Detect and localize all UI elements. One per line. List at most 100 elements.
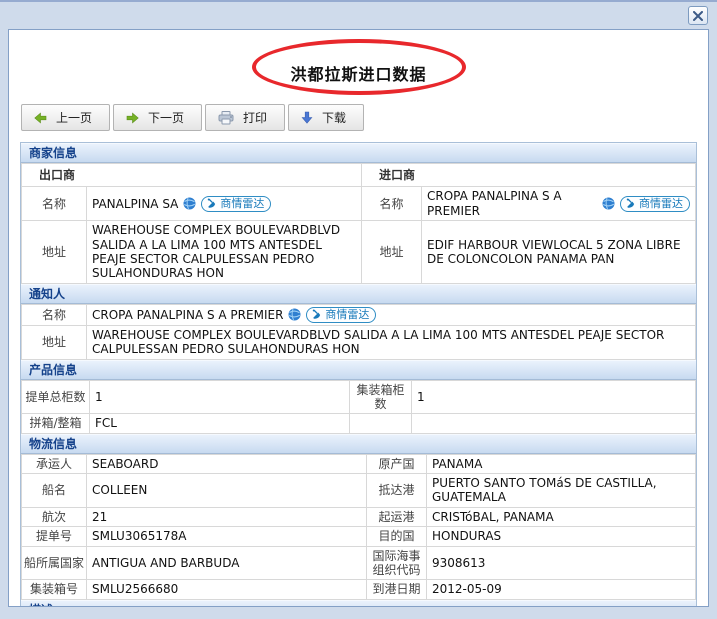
close-button[interactable] (688, 6, 708, 25)
field-value: 21 (87, 507, 367, 526)
notify-table: 名称 CROPA PANALPINA S A PREMIER (21, 304, 696, 360)
field-label: 提单号 (22, 527, 87, 546)
field-value: 2012-05-09 (427, 580, 696, 599)
notify-name: CROPA PANALPINA S A PREMIER (92, 308, 283, 322)
table-row: 提单号 SMLU3065178A 目的国 HONDURAS (22, 527, 696, 546)
table-row: 出口商 进口商 (22, 164, 696, 187)
field-value: FCL (90, 414, 350, 433)
section-header-product: 产品信息 (21, 360, 696, 380)
field-label: 航次 (22, 507, 87, 526)
merchant-table: 出口商 进口商 名称 PANALPINA SA (21, 163, 696, 284)
globe-icon[interactable] (183, 197, 196, 210)
field-label: 到港日期 (367, 580, 427, 599)
arrow-down-icon (301, 111, 313, 124)
table-row: 地址 WAREHOUSE COMPLEX BOULEVARDBLVD SALID… (22, 221, 696, 284)
arrow-right-icon (126, 112, 139, 124)
badge-label: 商情雷达 (220, 197, 264, 210)
field-value: 1 (90, 380, 350, 414)
field-label: 名称 (22, 187, 87, 221)
field-value: CRISTóBAL, PANAMA (427, 507, 696, 526)
page-title: 洪都拉斯进口数据 (9, 61, 708, 85)
field-value: COLLEEN (87, 474, 367, 508)
table-row: 承运人 SEABOARD 原产国 PANAMA (22, 454, 696, 473)
field-label: 目的国 (367, 527, 427, 546)
field-value: SMLU3065178A (87, 527, 367, 546)
radar-icon (311, 309, 322, 320)
title-area: 洪都拉斯进口数据 (9, 30, 708, 102)
product-table: 提单总柜数 1 集装箱柜数 1 拼箱/整箱 FCL (21, 380, 696, 434)
exporter-address: WAREHOUSE COMPLEX BOULEVARDBLVD SALIDA A… (87, 221, 362, 284)
field-label (350, 414, 412, 433)
importer-header: 进口商 (362, 164, 696, 187)
badge-label: 商情雷达 (325, 308, 369, 321)
field-label: 名称 (362, 187, 422, 221)
prev-page-label: 上一页 (56, 109, 92, 126)
field-value: 9308613 (427, 546, 696, 580)
next-page-label: 下一页 (148, 109, 184, 126)
arrow-left-icon (34, 112, 47, 124)
section-header-merchant: 商家信息 (21, 143, 696, 163)
business-radar-badge[interactable]: 商情雷达 (306, 307, 376, 323)
business-radar-badge[interactable]: 商情雷达 (620, 196, 690, 212)
table-row: 提单总柜数 1 集装箱柜数 1 (22, 380, 696, 414)
business-radar-badge[interactable]: 商情雷达 (201, 196, 271, 212)
field-label: 提单总柜数 (22, 380, 90, 414)
window-titlebar (0, 2, 717, 29)
print-label: 打印 (243, 109, 267, 126)
importer-address: EDIF HARBOUR VIEWLOCAL 5 ZONA LIBRE DE C… (422, 221, 696, 284)
exporter-name: PANALPINA SA (92, 197, 178, 211)
field-label: 船所属国家 (22, 546, 87, 580)
field-value: ANTIGUA AND BARBUDA (87, 546, 367, 580)
section-header-description: 描述 (21, 600, 696, 607)
dialog-content-panel: 洪都拉斯进口数据 上一页 下一页 (8, 29, 709, 607)
table-row: 船所属国家 ANTIGUA AND BARBUDA 国际海事组织代码 93086… (22, 546, 696, 580)
table-row: 船名 COLLEEN 抵达港 PUERTO SANTO TOMáS DE CAS… (22, 474, 696, 508)
prev-page-button[interactable]: 上一页 (21, 104, 110, 131)
field-label: 拼箱/整箱 (22, 414, 90, 433)
download-button[interactable]: 下载 (288, 104, 364, 131)
next-page-button[interactable]: 下一页 (113, 104, 202, 131)
toolbar: 上一页 下一页 打印 (21, 104, 708, 131)
field-label: 国际海事组织代码 (367, 546, 427, 580)
field-label: 地址 (22, 221, 87, 284)
exporter-header: 出口商 (22, 164, 362, 187)
radar-icon (625, 198, 636, 209)
table-row: 集装箱号 SMLU2566680 到港日期 2012-05-09 (22, 580, 696, 599)
section-header-logistics: 物流信息 (21, 434, 696, 454)
record-detail-table: 商家信息 出口商 进口商 名称 PANALPINA SA (20, 142, 697, 607)
section-header-notify: 通知人 (21, 284, 696, 304)
field-label: 集装箱号 (22, 580, 87, 599)
field-label: 名称 (22, 304, 87, 325)
printer-icon (218, 111, 234, 125)
field-label: 船名 (22, 474, 87, 508)
globe-icon[interactable] (602, 197, 615, 210)
field-label: 承运人 (22, 454, 87, 473)
globe-icon[interactable] (288, 308, 301, 321)
field-value: HONDURAS (427, 527, 696, 546)
radar-icon (206, 198, 217, 209)
field-value: PUERTO SANTO TOMáS DE CASTILLA, GUATEMAL… (427, 474, 696, 508)
field-label: 地址 (362, 221, 422, 284)
table-row: 拼箱/整箱 FCL (22, 414, 696, 433)
download-label: 下载 (322, 109, 346, 126)
table-row: 名称 PANALPINA SA (22, 187, 696, 221)
field-value: SMLU2566680 (87, 580, 367, 599)
field-label: 地址 (22, 325, 87, 359)
table-row: 航次 21 起运港 CRISTóBAL, PANAMA (22, 507, 696, 526)
field-value: SEABOARD (87, 454, 367, 473)
field-value: 1 (412, 380, 696, 414)
close-icon (693, 11, 703, 21)
field-label: 集装箱柜数 (350, 380, 412, 414)
field-label: 抵达港 (367, 474, 427, 508)
print-button[interactable]: 打印 (205, 104, 285, 131)
notify-address: WAREHOUSE COMPLEX BOULEVARDBLVD SALIDA A… (87, 325, 696, 359)
importer-name: CROPA PANALPINA S A PREMIER (427, 189, 597, 218)
badge-label: 商情雷达 (639, 197, 683, 210)
field-label: 原产国 (367, 454, 427, 473)
field-value (412, 414, 696, 433)
table-row: 地址 WAREHOUSE COMPLEX BOULEVARDBLVD SALID… (22, 325, 696, 359)
logistics-table: 承运人 SEABOARD 原产国 PANAMA 船名 COLLEEN 抵达港 P… (21, 454, 696, 600)
table-row: 名称 CROPA PANALPINA S A PREMIER (22, 304, 696, 325)
field-value: PANAMA (427, 454, 696, 473)
field-label: 起运港 (367, 507, 427, 526)
